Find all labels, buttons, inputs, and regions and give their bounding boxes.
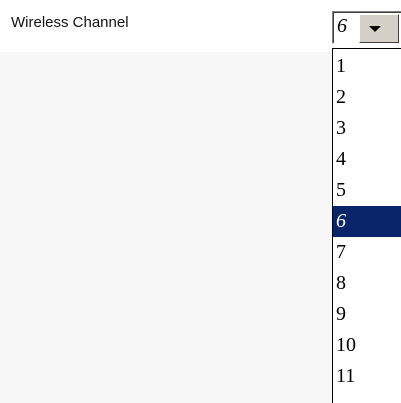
selected-channel-value: 6 [337,15,347,37]
chevron-down-icon [369,26,381,32]
channel-option-1[interactable]: 1 [333,51,401,82]
wireless-channel-select[interactable]: 6 [332,11,401,44]
channel-option-2[interactable]: 2 [333,82,401,113]
channel-option-7[interactable]: 7 [333,237,401,268]
channel-option-11[interactable]: 11 [333,361,401,392]
channel-option-6[interactable]: 6 [333,206,401,237]
channel-options-list[interactable]: 1 2 3 4 5 6 7 8 9 10 11 [332,48,401,403]
wireless-channel-label: Wireless Channel [11,14,129,31]
channel-option-9[interactable]: 9 [333,299,401,330]
channel-option-5[interactable]: 5 [333,175,401,206]
channel-option-3[interactable]: 3 [333,113,401,144]
dropdown-arrow-button[interactable] [359,14,399,43]
channel-option-4[interactable]: 4 [333,144,401,175]
channel-option-8[interactable]: 8 [333,268,401,299]
channel-option-10[interactable]: 10 [333,330,401,361]
